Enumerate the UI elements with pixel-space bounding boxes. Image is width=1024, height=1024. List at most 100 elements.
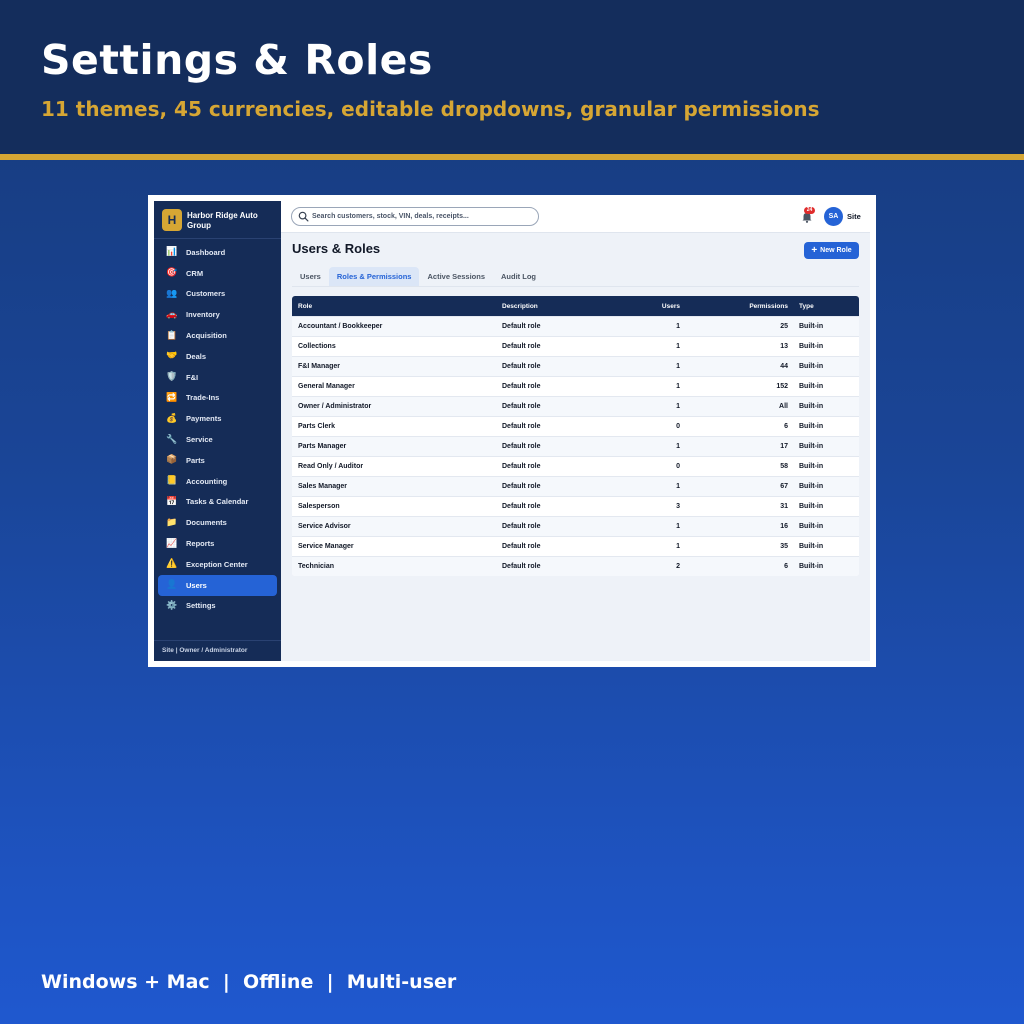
cell-permissions: 35	[780, 543, 788, 550]
table-row[interactable]: F&I Manager Default role 1 44 Built-in	[292, 356, 859, 376]
tab-divider	[292, 286, 859, 287]
table-row[interactable]: Owner / Administrator Default role 1 All Bui…	[292, 396, 859, 416]
sidebar-item-label: Trade-Ins	[186, 393, 220, 403]
cell-type: Built-in	[799, 543, 824, 550]
sidebar-item-accounting[interactable]: 📒 Accounting	[158, 471, 277, 492]
wrench-icon: 🔧	[166, 434, 178, 445]
cell-type: Built-in	[799, 423, 824, 430]
table-row[interactable]: Parts Manager Default role 1 17 Built-in	[292, 436, 859, 456]
cell-description: Default role	[502, 403, 541, 410]
brand-logo: H	[162, 209, 182, 231]
sidebar-item-label: Accounting	[186, 476, 228, 486]
sidebar-item-inventory[interactable]: 🚗 Inventory	[158, 304, 277, 325]
tab-audit-log[interactable]: Audit Log	[493, 267, 544, 286]
sidebar-item-deals[interactable]: 🤝 Deals	[158, 346, 277, 367]
sidebar-item-acquisition[interactable]: 📋 Acquisition	[158, 325, 277, 346]
table-row[interactable]: General Manager Default role 1 152 Built-in	[292, 376, 859, 396]
table-row[interactable]: Sales Manager Default role 1 67 Built-in	[292, 476, 859, 496]
column-header-permissions[interactable]: Permissions	[680, 303, 788, 310]
notification-badge: 24	[804, 207, 815, 214]
sidebar: H Harbor Ridge Auto Group 📊 Dashboard 🎯 CRM…	[154, 201, 281, 661]
app-window: H Harbor Ridge Auto Group 📊 Dashboard 🎯 CRM…	[148, 195, 876, 667]
table-row[interactable]: Collections Default role 1 13 Built-in	[292, 336, 859, 356]
hero-title: Settings & Roles	[41, 36, 433, 84]
cell-permissions: 152	[776, 383, 788, 390]
cell-permissions: 16	[780, 523, 788, 530]
cell-users: 1	[676, 323, 680, 330]
table-row[interactable]: Service Manager Default role 1 35 Built-in	[292, 536, 859, 556]
sidebar-item-settings[interactable]: ⚙️ Settings	[158, 596, 277, 617]
sidebar-item-users[interactable]: 👤 Users	[158, 574, 277, 596]
table-body: Accountant / Bookkeeper Default role 1 25 Bu…	[292, 316, 859, 576]
sidebar-item-dashboard[interactable]: 📊 Dashboard	[158, 242, 277, 263]
cell-permissions: 6	[784, 423, 788, 430]
cell-role: Salesperson	[298, 503, 340, 510]
warning-icon: ⚠️	[166, 559, 178, 570]
table-row[interactable]: Technician Default role 2 6 Built-in	[292, 556, 859, 576]
cell-description: Default role	[502, 343, 541, 350]
sidebar-item-trade-ins[interactable]: 🔁 Trade-Ins	[158, 388, 277, 409]
cell-type: Built-in	[799, 503, 824, 510]
sidebar-item-service[interactable]: 🔧 Service	[158, 429, 277, 450]
search-input[interactable]: Search customers, stock, VIN, deals, rec…	[291, 207, 539, 226]
sidebar-item-label: Acquisition	[186, 331, 227, 341]
avatar[interactable]: SA	[824, 207, 843, 226]
column-header-description[interactable]: Description	[502, 303, 610, 310]
cell-type: Built-in	[799, 383, 824, 390]
cell-description: Default role	[502, 443, 541, 450]
sidebar-item-customers[interactable]: 👥 Customers	[158, 284, 277, 305]
brand-name: Harbor Ridge Auto Group	[187, 211, 258, 230]
cell-permissions: 58	[780, 463, 788, 470]
crm-target-icon: 🎯	[166, 268, 178, 279]
cell-description: Default role	[502, 503, 541, 510]
sidebar-item-tasks-calendar[interactable]: 📅 Tasks & Calendar	[158, 492, 277, 513]
main-content: Users & Roles + New Role Users Roles & Pe…	[281, 233, 870, 661]
sidebar-item-parts[interactable]: 📦 Parts	[158, 450, 277, 471]
tab-users[interactable]: Users	[292, 267, 329, 286]
clipboard-icon: 📋	[166, 330, 178, 341]
table-row[interactable]: Parts Clerk Default role 0 6 Built-in	[292, 416, 859, 436]
tab-active-sessions[interactable]: Active Sessions	[419, 267, 493, 286]
sidebar-item-exception-center[interactable]: ⚠️ Exception Center	[158, 554, 277, 575]
search-placeholder: Search customers, stock, VIN, deals, rec…	[312, 213, 469, 220]
sidebar-item-label: Deals	[186, 351, 207, 361]
shield-icon: 🛡️	[166, 372, 178, 383]
cell-type: Built-in	[799, 343, 824, 350]
tab-roles-permissions[interactable]: Roles & Permissions	[328, 267, 420, 286]
cell-type: Built-in	[799, 323, 824, 330]
sidebar-item-f-i[interactable]: 🛡️ F&I	[158, 367, 277, 388]
cell-description: Default role	[502, 423, 541, 430]
sidebar-item-crm[interactable]: 🎯 CRM	[158, 263, 277, 284]
cell-role: Sales Manager	[298, 483, 348, 490]
site-label[interactable]: Site	[847, 201, 861, 233]
cell-permissions: 31	[780, 503, 788, 510]
table-row[interactable]: Salesperson Default role 3 31 Built-in	[292, 496, 859, 516]
sidebar-item-label: Exception Center	[186, 559, 248, 569]
cell-users: 1	[676, 383, 680, 390]
sidebar-item-documents[interactable]: 📁 Documents	[158, 512, 277, 533]
roles-table: Role Description Users Permissions Type …	[292, 296, 859, 576]
table-row[interactable]: Accountant / Bookkeeper Default role 1 25 Bu…	[292, 316, 859, 336]
app-shell: H Harbor Ridge Auto Group 📊 Dashboard 🎯 CRM…	[154, 201, 870, 661]
column-header-type[interactable]: Type	[788, 303, 859, 310]
cell-users: 2	[676, 563, 680, 570]
ledger-icon: 📒	[166, 476, 178, 487]
sidebar-item-label: Service	[186, 435, 213, 445]
cell-role: Parts Manager	[298, 443, 347, 450]
cell-role: Accountant / Bookkeeper	[298, 323, 383, 330]
column-header-users[interactable]: Users	[610, 303, 680, 310]
cell-users: 1	[676, 483, 680, 490]
hero-subtitle: 11 themes, 45 currencies, editable dropd…	[41, 97, 820, 121]
table-row[interactable]: Service Advisor Default role 1 16 Built-in	[292, 516, 859, 536]
dashboard-icon: 📊	[166, 247, 178, 258]
sidebar-item-label: Dashboard	[186, 247, 226, 257]
cell-type: Built-in	[799, 523, 824, 530]
new-role-button[interactable]: + New Role	[804, 242, 859, 259]
sidebar-item-reports[interactable]: 📈 Reports	[158, 533, 277, 554]
table-row[interactable]: Read Only / Auditor Default role 0 58 Built-…	[292, 456, 859, 476]
cell-users: 0	[676, 463, 680, 470]
sidebar-item-payments[interactable]: 💰 Payments	[158, 408, 277, 429]
sidebar-item-label: Customers	[186, 289, 226, 299]
sidebar-item-label: Settings	[186, 601, 216, 611]
column-header-role[interactable]: Role	[292, 303, 502, 310]
